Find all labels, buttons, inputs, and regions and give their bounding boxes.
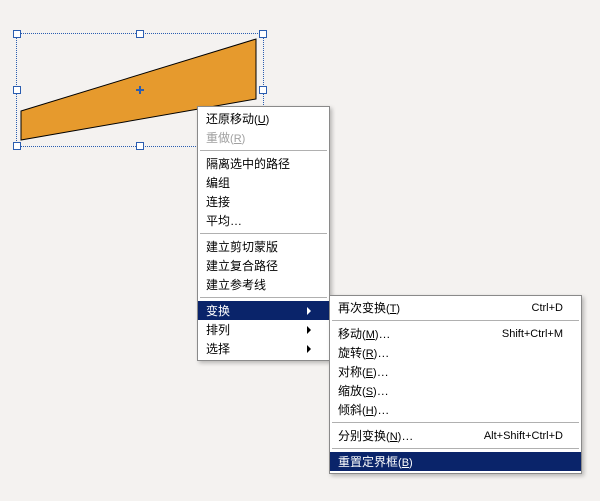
menu-item-label: 对称(E)… [338,363,563,380]
context-menu-item[interactable]: 连接 [198,192,329,211]
menu-item-label: 隔离选中的路径 [206,155,311,172]
menu-separator [332,448,579,449]
transform-submenu-item[interactable]: 移动(M)… Shift+Ctrl+M [330,324,581,343]
menu-separator [200,233,327,234]
menu-separator [200,297,327,298]
menu-item-accelerator: Shift+Ctrl+M [502,328,563,340]
transform-submenu-item[interactable]: 旋转(R)… [330,343,581,362]
context-menu-item[interactable]: 选择 [198,339,329,358]
menu-item-label: 倾斜(H)… [338,401,563,418]
menu-item-label: 排列 [206,321,297,338]
menu-item-label: 移动(M)… [338,325,474,342]
menu-separator [332,320,579,321]
context-menu-item[interactable]: 建立复合路径 [198,256,329,275]
handle-sw[interactable] [13,142,21,150]
transform-submenu-item[interactable]: 分别变换(N)… Alt+Shift+Ctrl+D [330,426,581,445]
menu-item-label: 编组 [206,174,311,191]
context-menu-item[interactable]: 建立参考线 [198,275,329,294]
menu-item-label: 重置定界框(B) [338,453,563,470]
transform-submenu-item[interactable]: 倾斜(H)… [330,400,581,419]
submenu-arrow-icon [307,307,311,315]
transform-submenu: 再次变换(T) Ctrl+D 移动(M)… Shift+Ctrl+M 旋转(R)… 对称(… [329,295,582,474]
menu-item-label: 连接 [206,193,311,210]
menu-item-accelerator: Ctrl+D [532,302,563,314]
menu-item-label: 平均… [206,212,311,229]
context-menu-item[interactable]: 平均… [198,211,329,230]
menu-item-label: 再次变换(T) [338,299,504,316]
transform-submenu-item[interactable]: 重置定界框(B) [330,452,581,471]
menu-separator [332,422,579,423]
handle-e[interactable] [259,86,267,94]
transform-submenu-item[interactable]: 对称(E)… [330,362,581,381]
menu-item-label: 建立剪切蒙版 [206,238,311,255]
handle-s[interactable] [136,142,144,150]
menu-item-label: 还原移动(U) [206,110,311,127]
menu-separator [200,150,327,151]
menu-item-label: 缩放(S)… [338,382,563,399]
context-menu-item[interactable]: 编组 [198,173,329,192]
context-menu: 还原移动(U) 重做(R) 隔离选中的路径编组连接平均… 建立剪切蒙版建立复合路径建立… [197,106,330,361]
menu-item-accelerator: Alt+Shift+Ctrl+D [484,430,563,442]
menu-item-label: 分别变换(N)… [338,427,456,444]
menu-item-label: 变换 [206,302,297,319]
transform-submenu-item[interactable]: 再次变换(T) Ctrl+D [330,298,581,317]
canvas[interactable]: 还原移动(U) 重做(R) 隔离选中的路径编组连接平均… 建立剪切蒙版建立复合路径建立… [0,0,600,501]
context-menu-item[interactable]: 还原移动(U) [198,109,329,128]
context-menu-item[interactable]: 变换 [198,301,329,320]
menu-item-label: 选择 [206,340,297,357]
submenu-arrow-icon [307,326,311,334]
menu-item-label: 建立复合路径 [206,257,311,274]
context-menu-item[interactable]: 建立剪切蒙版 [198,237,329,256]
context-menu-item[interactable]: 隔离选中的路径 [198,154,329,173]
menu-item-label: 旋转(R)… [338,344,563,361]
context-menu-item: 重做(R) [198,128,329,147]
menu-item-label: 建立参考线 [206,276,311,293]
submenu-arrow-icon [307,345,311,353]
context-menu-item[interactable]: 排列 [198,320,329,339]
menu-item-label: 重做(R) [206,129,311,146]
handle-ne[interactable] [259,30,267,38]
transform-submenu-item[interactable]: 缩放(S)… [330,381,581,400]
